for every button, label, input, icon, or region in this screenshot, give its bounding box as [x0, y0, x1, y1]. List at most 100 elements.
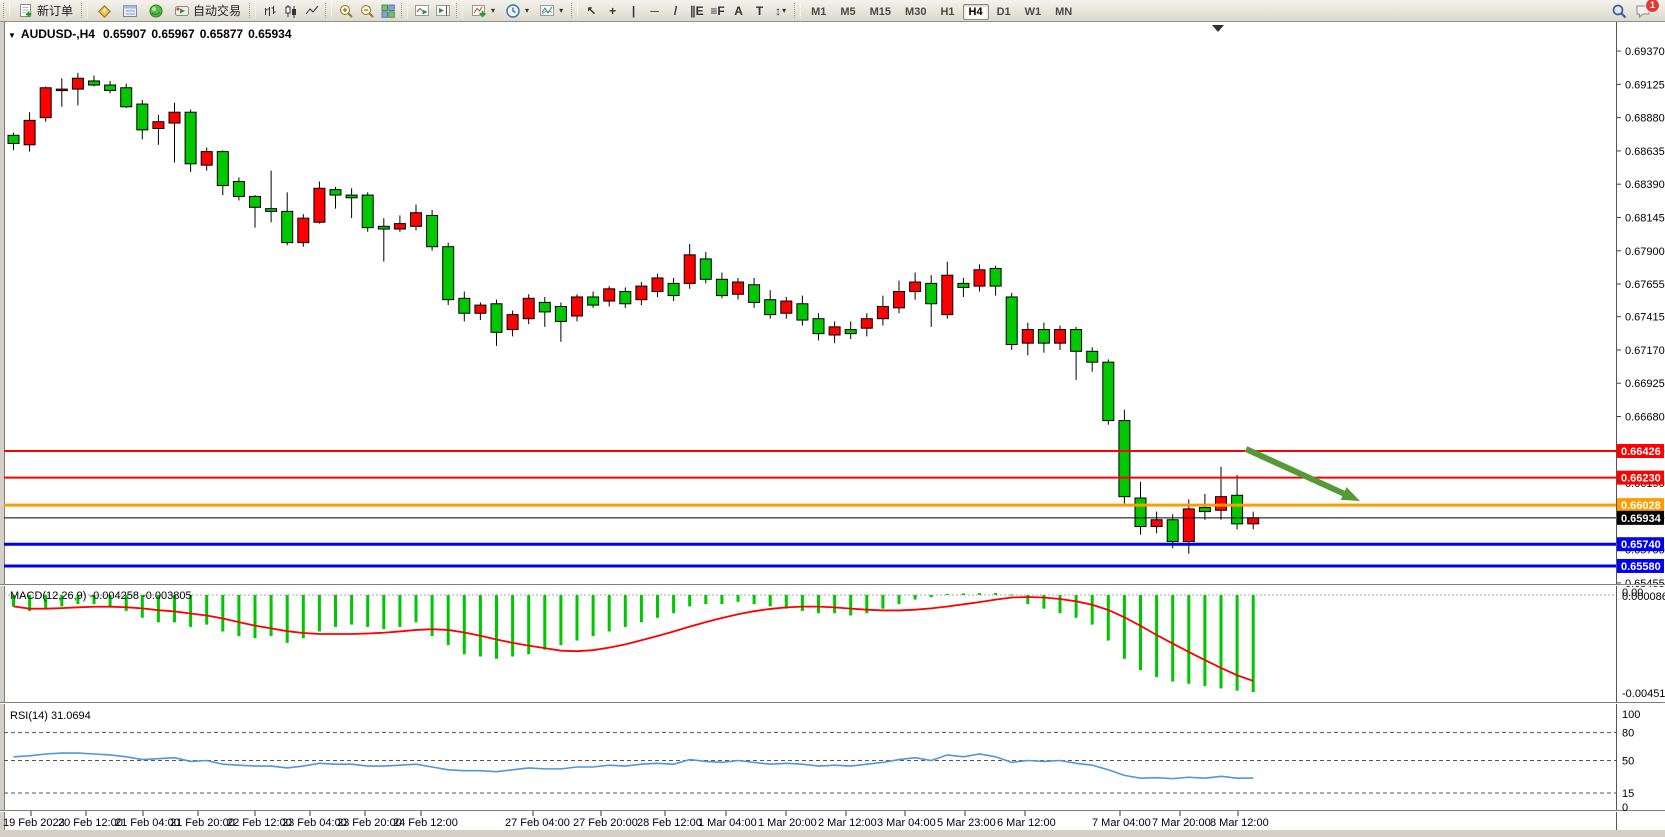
toolbar-grip[interactable] — [81, 3, 88, 18]
candle-body — [362, 195, 373, 228]
templates-button[interactable]: ▾ — [534, 0, 568, 22]
timeframe-mn-button[interactable]: MN — [1049, 4, 1078, 20]
time-tick-label: 1 Mar 04:00 — [698, 817, 757, 829]
macd-histogram-bar — [398, 595, 401, 627]
price-badge-label: 0.65934 — [1621, 513, 1662, 525]
cursor-tool[interactable]: ↖ — [581, 1, 602, 21]
timeframe-m15-button[interactable]: M15 — [864, 4, 897, 20]
macd-histogram-bar — [849, 595, 852, 616]
toolbar-grip[interactable] — [249, 3, 256, 18]
line-chart-button[interactable] — [301, 1, 322, 21]
price-tick-label: 0.66680 — [1625, 412, 1665, 424]
candle-body — [121, 88, 132, 107]
toolbar-grip[interactable] — [401, 3, 408, 18]
price-badge-label: 0.65740 — [1621, 539, 1661, 551]
arrows-tool[interactable]: ↕▾ — [770, 1, 791, 21]
market-watch-button[interactable] — [91, 0, 117, 22]
candle-body — [427, 215, 438, 246]
macd-histogram-bar — [640, 595, 643, 622]
horizontal-line-tool[interactable]: ─ — [644, 1, 665, 21]
macd-histogram-bar — [1059, 595, 1062, 613]
candle — [1103, 359, 1114, 424]
price-tick-label: 0.68390 — [1625, 179, 1665, 191]
chart-area[interactable]: 0.693700.691250.688800.686350.683900.681… — [0, 0, 1665, 837]
new-order-label: 新订单 — [37, 2, 73, 19]
macd-histogram-bar — [479, 595, 482, 657]
macd-histogram-bar — [833, 595, 836, 613]
candle-body — [523, 298, 534, 318]
zoom-out-icon — [359, 3, 375, 19]
text-label-tool[interactable]: T — [749, 1, 770, 21]
crosshair-tool[interactable]: + — [602, 1, 623, 21]
candle — [314, 181, 325, 223]
periods-button[interactable]: ▾ — [500, 0, 534, 22]
navigator-button[interactable] — [143, 0, 169, 22]
indicators-button[interactable]: ▾ — [466, 0, 500, 22]
auto-scroll-button[interactable] — [411, 1, 432, 21]
macd-histogram-bar — [624, 595, 627, 627]
macd-histogram-bar — [463, 595, 466, 654]
timeframe-h4-button[interactable]: H4 — [963, 4, 989, 20]
chevron-down-icon: ▾ — [491, 6, 495, 15]
macd-histogram-bar — [930, 595, 933, 597]
candle-body — [942, 275, 953, 314]
rsi-axis-label: 100 — [1622, 709, 1640, 721]
market-watch-icon — [96, 3, 112, 19]
candle-body — [749, 285, 760, 303]
chevron-down-icon: ▾ — [559, 6, 563, 15]
candle-body — [926, 283, 937, 303]
timeframe-w1-button[interactable]: W1 — [1019, 4, 1048, 20]
tile-windows-button[interactable] — [377, 1, 398, 21]
macd-histogram-bar — [1075, 595, 1078, 618]
candle-body — [684, 255, 695, 284]
bar-chart-button[interactable] — [259, 1, 280, 21]
chart-menu-arrow[interactable]: ▼ — [8, 31, 16, 40]
search-icon[interactable] — [1611, 3, 1627, 19]
candle — [362, 192, 373, 231]
vertical-line-tool[interactable]: | — [623, 1, 644, 21]
auto-trading-button[interactable]: 自动交易 — [169, 0, 246, 22]
rsi-axis-label: 80 — [1622, 728, 1634, 740]
candlestick-chart-button[interactable] — [280, 1, 301, 21]
timeframe-m5-button[interactable]: M5 — [834, 4, 861, 20]
toolbar-grip[interactable] — [3, 3, 10, 18]
candle-body — [1038, 330, 1049, 344]
toolbar-grip[interactable] — [325, 3, 332, 18]
timeframe-m1-button[interactable]: M1 — [805, 4, 832, 20]
toolbar-grip[interactable] — [794, 3, 801, 18]
price-tick-label: 0.67415 — [1625, 312, 1665, 324]
price-tick-label: 0.68880 — [1625, 113, 1665, 125]
macd-histogram-bar — [753, 595, 756, 604]
price-tick-label: 0.66925 — [1625, 378, 1665, 390]
toolbar-grip[interactable] — [456, 3, 463, 18]
macd-histogram-bar — [543, 595, 546, 650]
price-tick-label: 0.69370 — [1625, 46, 1665, 58]
candle — [1119, 410, 1130, 504]
fibonacci-tool[interactable]: ≡F — [707, 1, 728, 21]
candle-body — [1199, 508, 1210, 512]
candle-body — [72, 78, 83, 89]
data-window-button[interactable] — [117, 0, 143, 22]
timeframe-m30-button[interactable]: M30 — [899, 4, 932, 20]
notifications-icon[interactable]: 1 — [1635, 3, 1653, 19]
chart-shift-button[interactable] — [432, 1, 453, 21]
candle-body — [185, 112, 196, 164]
new-order-icon — [18, 3, 34, 19]
timeframe-d1-button[interactable]: D1 — [991, 4, 1017, 20]
zoom-in-button[interactable] — [335, 1, 356, 21]
zoom-out-button[interactable] — [356, 1, 377, 21]
equidistant-channel-tool[interactable]: ∥E — [686, 1, 707, 21]
price-badge-label: 0.65580 — [1621, 561, 1661, 573]
candle-body — [1216, 497, 1227, 511]
tile-windows-icon — [380, 3, 396, 19]
candle-body — [491, 304, 502, 333]
timeframe-h1-button[interactable]: H1 — [934, 4, 960, 20]
toolbar-grip[interactable] — [571, 3, 578, 18]
trendline-tool[interactable]: / — [665, 1, 686, 21]
time-tick-label: 2 Mar 12:00 — [818, 817, 877, 829]
price-badge-label: 0.66028 — [1621, 500, 1661, 512]
templates-icon — [539, 3, 555, 19]
new-order-button[interactable]: 新订单 — [13, 0, 78, 22]
text-tool[interactable]: A — [728, 1, 749, 21]
candle-body — [105, 85, 116, 90]
